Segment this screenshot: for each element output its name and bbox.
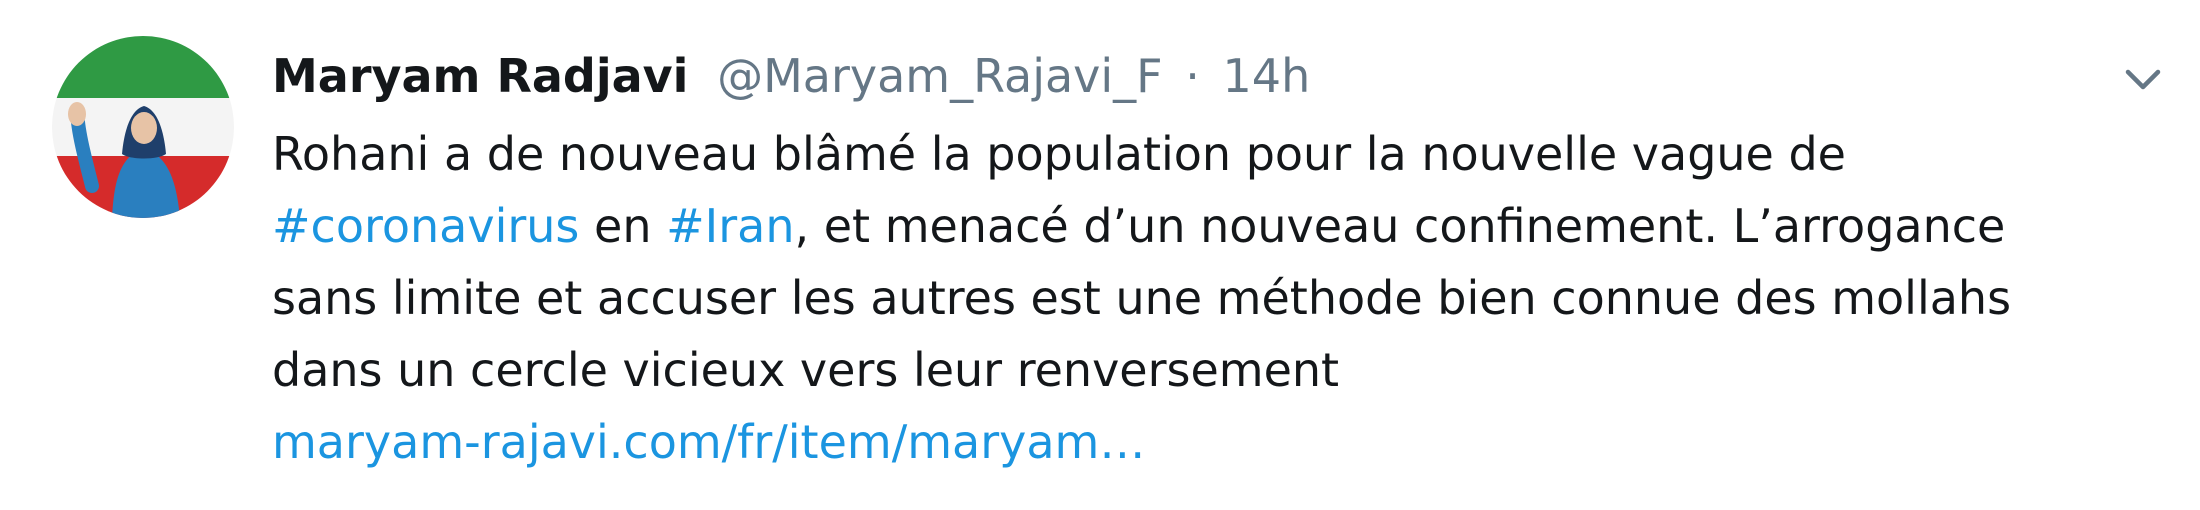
author-avatar[interactable] <box>52 36 234 218</box>
tweet-text-line: sans limite et accuser les autres est un… <box>272 262 2172 334</box>
tweet-text: Rohani a de nouveau blâmé la population … <box>272 118 2172 478</box>
text-segment: en <box>579 199 667 253</box>
text-segment: Rohani a de nouveau blâmé la population … <box>272 127 1846 181</box>
text-segment: dans un cercle vicieux vers leur renvers… <box>272 343 1340 397</box>
tweet-text-line: #coronavirus en #Iran, et menacé d’un no… <box>272 190 2172 262</box>
tweet-header: Maryam Radjavi @Maryam_Rajavi_F · 14h <box>272 40 1310 112</box>
tweet-card[interactable]: Maryam Radjavi @Maryam_Rajavi_F · 14h Ro… <box>0 0 2200 510</box>
tweet-text-line: dans un cercle vicieux vers leur renvers… <box>272 334 2172 406</box>
author-name[interactable]: Maryam Radjavi <box>272 49 688 103</box>
tweet-timestamp[interactable]: 14h <box>1223 49 1311 103</box>
tweet-text-line: maryam-rajavi.com/fr/item/maryam… <box>272 406 2172 478</box>
text-segment: sans limite et accuser les autres est un… <box>272 271 2012 325</box>
separator-dot: · <box>1185 49 1200 103</box>
avatar-image <box>52 36 234 218</box>
author-handle[interactable]: @Maryam_Rajavi_F <box>717 49 1163 103</box>
tweet-text-line: Rohani a de nouveau blâmé la population … <box>272 118 2172 190</box>
hashtag-coronavirus[interactable]: #coronavirus <box>272 199 579 253</box>
chevron-down-icon[interactable] <box>2112 48 2174 110</box>
text-segment: , et menacé d’un nouveau confinement. L’… <box>794 199 2006 253</box>
external-link[interactable]: maryam-rajavi.com/fr/item/maryam… <box>272 415 1145 469</box>
hashtag-iran[interactable]: #Iran <box>666 199 794 253</box>
